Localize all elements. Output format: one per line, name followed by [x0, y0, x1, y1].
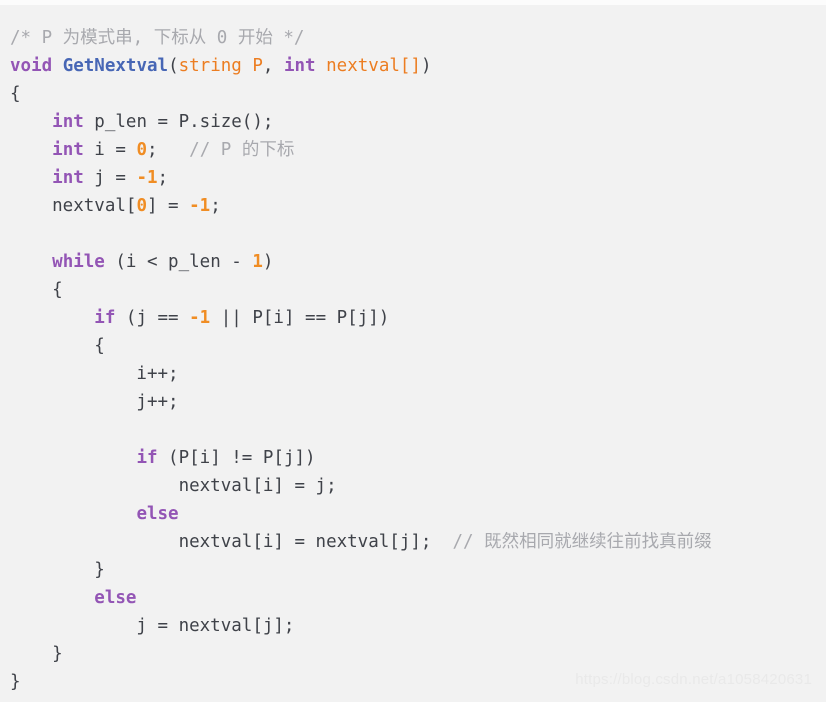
code-token-plain: ; — [157, 168, 169, 188]
code-token-plain: } — [10, 644, 63, 664]
code-token-plain: nextval[i] = j; — [10, 476, 337, 496]
code-token-plain: || P[i] == P[j]) — [210, 308, 390, 328]
code-line: } — [10, 556, 826, 584]
code-line: int i = 0; // P 的下标 — [10, 136, 826, 164]
code-line: nextval[i] = j; — [10, 472, 826, 500]
code-token-kw: int — [52, 112, 84, 132]
code-line: } — [10, 668, 826, 696]
code-token-kw: int — [52, 140, 84, 160]
code-token-plain: ) — [262, 252, 274, 272]
code-line: int p_len = P.size(); — [10, 108, 826, 136]
code-line: { — [10, 332, 826, 360]
code-token-plain: j++; — [10, 392, 179, 412]
code-line: j++; — [10, 388, 826, 416]
code-line: else — [10, 584, 826, 612]
code-token-comment: // P 的下标 — [189, 140, 295, 160]
code-line: } — [10, 640, 826, 668]
code-token-param: nextval[] — [326, 56, 421, 76]
code-token-num: -1 — [189, 308, 211, 328]
code-line: { — [10, 80, 826, 108]
code-line: { — [10, 276, 826, 304]
code-token-num: -1 — [136, 168, 158, 188]
code-token-plain: i = — [83, 140, 137, 160]
code-token-num: -1 — [189, 196, 211, 216]
code-token-plain: i++; — [10, 364, 179, 384]
code-token-plain: j = nextval[j]; — [10, 616, 295, 636]
code-token-num: 0 — [136, 140, 147, 160]
code-line: int j = -1; — [10, 164, 826, 192]
code-token-plain: (i < p_len - — [104, 252, 253, 272]
code-token-fn: GetNextval — [62, 56, 169, 76]
code-token-kw: else — [136, 504, 179, 524]
code-token-plain: ; — [147, 140, 190, 160]
code-line: if (j == -1 || P[i] == P[j]) — [10, 304, 826, 332]
code-lines-container[interactable]: /* P 为模式串, 下标从 0 开始 */ void GetNextval(st… — [0, 24, 826, 696]
code-token-plain: } — [10, 672, 21, 692]
code-line: nextval[0] = -1; — [10, 192, 826, 220]
code-token-plain: ; — [210, 196, 221, 216]
code-token-plain: nextval[i] = nextval[j]; — [10, 532, 453, 552]
code-token-plain: (j == — [115, 308, 190, 328]
code-token-param: string P — [178, 56, 263, 76]
code-token-kw: while — [52, 252, 105, 272]
code-token-kw: void — [10, 56, 53, 76]
code-token-plain: , — [262, 56, 284, 76]
panel-top-edge — [0, 0, 826, 5]
code-token-plain: ] = — [146, 196, 190, 216]
code-token-plain: { — [10, 84, 21, 104]
code-snippet-panel: /* P 为模式串, 下标从 0 开始 */ void GetNextval(st… — [0, 0, 826, 702]
code-line: if (P[i] != P[j]) — [10, 444, 826, 472]
code-token-plain: nextval[ — [10, 196, 137, 216]
code-token-plain: (P[i] != P[j]) — [157, 448, 316, 468]
code-token-kw: int — [52, 168, 84, 188]
code-token-plain: { — [10, 280, 63, 300]
code-token-plain: j = — [83, 168, 137, 188]
code-token-kw: if — [136, 448, 158, 468]
code-token-comment: // 既然相同就继续往前找真前缀 — [452, 532, 712, 552]
code-token-kw: if — [94, 308, 116, 328]
code-token-kw: else — [94, 588, 137, 608]
code-token-num: 1 — [252, 252, 263, 272]
code-line: nextval[i] = nextval[j]; // 既然相同就继续往前找真前… — [10, 528, 826, 556]
code-line: /* P 为模式串, 下标从 0 开始 */ — [10, 24, 826, 52]
code-token-plain: ( — [168, 56, 179, 76]
code-token-comment: /* P 为模式串, 下标从 0 开始 */ — [10, 28, 305, 48]
code-token-num: 0 — [136, 196, 147, 216]
code-line: while (i < p_len - 1) — [10, 248, 826, 276]
code-line: void GetNextval(string P, int nextval[]) — [10, 52, 826, 80]
code-line: i++; — [10, 360, 826, 388]
code-token-plain: ) — [420, 56, 432, 76]
code-token-plain: p_len = P.size(); — [83, 112, 274, 132]
code-line: else — [10, 500, 826, 528]
code-token-plain: { — [10, 336, 105, 356]
code-token-plain: } — [10, 560, 105, 580]
code-line: j = nextval[j]; — [10, 612, 826, 640]
code-token-kw: int — [283, 56, 316, 76]
